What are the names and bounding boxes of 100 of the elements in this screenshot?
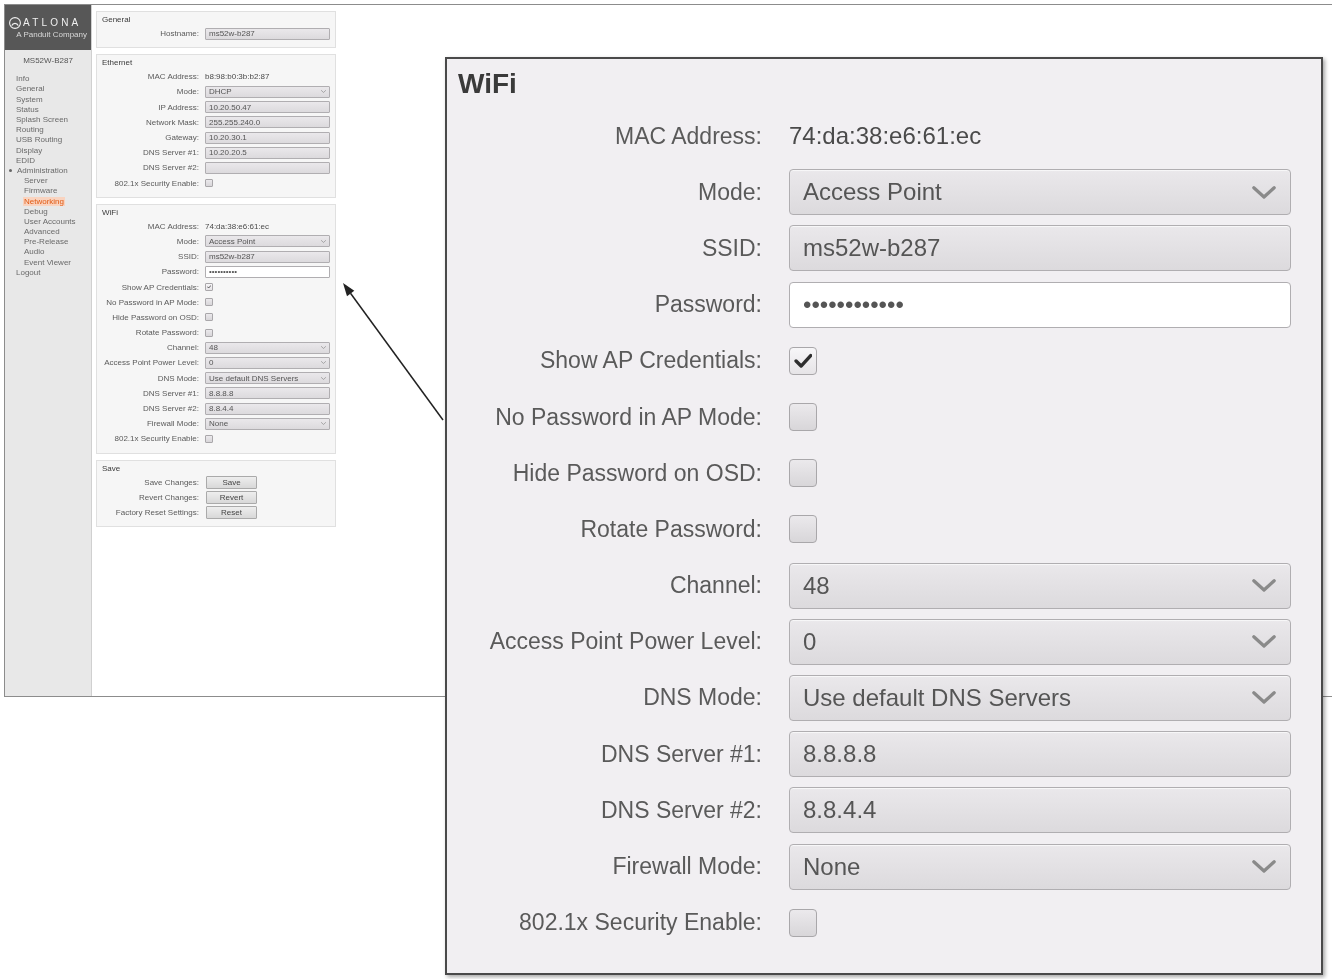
- menu-item[interactable]: Display: [15, 145, 44, 156]
- menu-item[interactable]: Info: [15, 74, 31, 84]
- section-title: General: [102, 14, 131, 25]
- field-label: Hide Password on OSD:: [512, 459, 762, 487]
- field-label: DNS Server #1:: [600, 740, 762, 768]
- field-label: 802.1x Security Enable:: [114, 178, 199, 188]
- field-label: Revert Changes:: [138, 492, 199, 502]
- checkbox[interactable]: [789, 346, 817, 375]
- field-value: 74:da:38:e6:61:ec: [205, 221, 270, 231]
- chevron-down-icon: [321, 239, 326, 243]
- text-field[interactable]: ms52w-b287: [205, 250, 330, 263]
- field-label: DNS Mode:: [643, 684, 762, 712]
- dropdown[interactable]: 48: [205, 341, 330, 354]
- menu-item[interactable]: General: [15, 84, 46, 95]
- field-label: 802.1x Security Enable:: [519, 909, 762, 937]
- dropdown[interactable]: Access Point: [789, 169, 1291, 216]
- text-field[interactable]: 255.255.240.0: [205, 116, 330, 129]
- checkbox[interactable]: [205, 313, 213, 322]
- checkbox[interactable]: [205, 179, 213, 188]
- checkbox[interactable]: [205, 434, 213, 443]
- field-label: Factory Reset Settings:: [115, 507, 199, 517]
- menu-item[interactable]: Status: [15, 104, 40, 115]
- field-label: Password:: [161, 267, 199, 277]
- chevron-down-icon: [321, 361, 326, 365]
- field-label: Channel:: [166, 343, 199, 353]
- menu-item[interactable]: Audio: [23, 247, 46, 258]
- text-field[interactable]: ms52w-b287: [205, 27, 330, 40]
- checkbox[interactable]: [205, 298, 213, 307]
- menu-item[interactable]: USB Routing: [15, 135, 64, 145]
- field-label: 802.1x Security Enable:: [114, 434, 199, 444]
- password-field[interactable]: ••••••••••••: [789, 281, 1291, 328]
- field-label: MAC Address:: [147, 72, 199, 82]
- field-label: DNS Server #2:: [142, 404, 199, 414]
- chevron-down-icon: [1252, 185, 1276, 199]
- menu-item[interactable]: User Accounts: [23, 216, 77, 227]
- field-label: Show AP Credentials:: [539, 347, 762, 375]
- menu-item[interactable]: Firmware: [23, 186, 59, 196]
- checkbox[interactable]: [789, 515, 817, 544]
- menu-item[interactable]: Advanced: [23, 227, 61, 237]
- menu-item[interactable]: Debug: [23, 206, 49, 217]
- text-field[interactable]: 10.20.30.1: [205, 131, 330, 144]
- field-label: Hide Password on OSD:: [112, 312, 199, 322]
- section-title: Ethernet: [102, 57, 133, 69]
- field-label: Mode:: [698, 178, 762, 206]
- chevron-down-icon: [1252, 860, 1276, 874]
- dropdown[interactable]: None: [789, 843, 1291, 890]
- text-field[interactable]: 8.8.8.8: [789, 731, 1291, 778]
- checkbox[interactable]: [205, 328, 213, 337]
- field-label: Gateway:: [165, 133, 199, 143]
- dropdown[interactable]: 0: [789, 618, 1291, 665]
- menu-item[interactable]: Event Viewer: [23, 257, 72, 268]
- text-field[interactable]: 8.8.4.4: [789, 787, 1291, 834]
- form-button[interactable]: Revert: [206, 490, 257, 504]
- checkmark-icon: [206, 285, 212, 289]
- text-field[interactable]: ms52w-b287: [789, 225, 1291, 272]
- password-field[interactable]: ••••••••••: [205, 265, 330, 278]
- menu-item[interactable]: Administration: [16, 166, 69, 176]
- field-label: Firewall Mode:: [147, 419, 199, 429]
- field-label: Save Changes:: [144, 477, 199, 487]
- menu-item[interactable]: Splash Screen: [15, 115, 70, 125]
- text-field[interactable]: 10.20.50.47: [205, 101, 330, 114]
- field-label: DNS Server #2:: [142, 163, 199, 173]
- menu-item[interactable]: Server: [23, 176, 49, 186]
- form-button[interactable]: Save: [206, 475, 257, 489]
- field-label: No Password in AP Mode:: [495, 403, 762, 431]
- field-label: MAC Address:: [147, 221, 199, 231]
- text-field[interactable]: 8.8.8.8: [205, 387, 330, 400]
- checkbox[interactable]: [789, 459, 817, 488]
- field-label: Show AP Credentials:: [121, 282, 199, 292]
- text-field[interactable]: 8.8.4.4: [205, 402, 330, 415]
- field-label: Rotate Password:: [135, 328, 199, 338]
- menu-item[interactable]: Routing: [15, 125, 45, 135]
- chevron-down-icon: [321, 90, 326, 94]
- dropdown[interactable]: Access Point: [205, 235, 330, 248]
- checkbox[interactable]: [789, 403, 817, 432]
- field-label: DNS Server #1:: [142, 148, 199, 158]
- field-label: Channel:: [669, 572, 762, 600]
- field-label: Mode:: [176, 87, 199, 97]
- checkbox[interactable]: [789, 908, 817, 937]
- field-label: DNS Server #1:: [142, 388, 199, 398]
- field-label: Access Point Power Level:: [104, 358, 199, 368]
- menu-item[interactable]: System: [15, 94, 44, 105]
- chevron-down-icon: [1252, 579, 1276, 593]
- field-label: SSID:: [178, 252, 199, 262]
- dropdown[interactable]: 0: [205, 356, 330, 369]
- dropdown[interactable]: Use default DNS Servers: [789, 674, 1291, 721]
- form-button[interactable]: Reset: [206, 505, 257, 519]
- text-field[interactable]: [205, 161, 330, 174]
- text-field[interactable]: 10.20.20.5: [205, 146, 330, 159]
- menu-item[interactable]: EDID: [15, 155, 37, 166]
- dropdown[interactable]: DHCP: [205, 85, 330, 98]
- dropdown[interactable]: 48: [789, 562, 1291, 609]
- menu-item[interactable]: Pre-Release: [23, 237, 70, 247]
- field-label: Network Mask:: [146, 117, 199, 127]
- dropdown[interactable]: None: [205, 417, 330, 430]
- menu-item[interactable]: Logout: [15, 267, 42, 278]
- checkmark-icon: [793, 353, 813, 369]
- logo-icon: [9, 16, 21, 29]
- checkbox[interactable]: [205, 283, 213, 292]
- dropdown[interactable]: Use default DNS Servers: [205, 372, 330, 385]
